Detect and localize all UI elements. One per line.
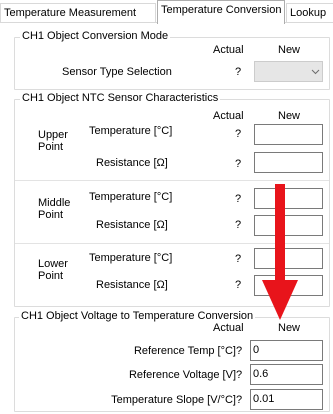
upper-point-label: Upper Point [38, 129, 68, 153]
actual-column-header: Actual [213, 44, 244, 56]
sensor-type-label: Sensor Type Selection [62, 66, 172, 78]
middle-temperature-actual: ? [235, 193, 242, 205]
temperature-slope-input[interactable]: 0.01 [250, 389, 323, 410]
reference-voltage-label: Reference Voltage [V] [128, 369, 236, 381]
upper-temperature-actual: ? [235, 128, 242, 140]
lower-resistance-label: Resistance [Ω] [96, 279, 168, 291]
tab-lookup[interactable]: Lookup [286, 3, 333, 23]
reference-temp-label: Reference Temp [°C] [133, 345, 236, 357]
reference-temp-input[interactable]: 0 [250, 340, 323, 361]
voltage-conversion-title: CH1 Object Voltage to Temperature Conver… [19, 310, 256, 322]
ntc-characteristics-title: CH1 Object NTC Sensor Characteristics [20, 92, 221, 104]
reference-voltage-actual: ? [236, 369, 243, 381]
new-column-header: New [278, 322, 301, 334]
actual-column-header: Actual [213, 110, 244, 122]
reference-voltage-input[interactable]: 0.6 [250, 364, 323, 385]
new-column-header: New [278, 110, 301, 122]
temperature-slope-label: Temperature Slope [V/°C] [111, 394, 236, 406]
middle-temperature-label: Temperature [°C] [89, 191, 173, 203]
upper-temperature-input[interactable] [254, 124, 323, 145]
reference-temp-actual: ? [236, 345, 243, 357]
chevron-down-icon [311, 69, 320, 75]
middle-resistance-label: Resistance [Ω] [96, 219, 168, 231]
temperature-slope-actual: ? [236, 394, 243, 406]
upper-temperature-label: Temperature [°C] [89, 125, 173, 137]
middle-point-label: Middle Point [38, 197, 71, 221]
red-arrow-down-icon [262, 184, 298, 320]
middle-resistance-actual: ? [235, 219, 242, 231]
tab-temperature-conversion[interactable]: Temperature Conversion [157, 0, 285, 24]
new-column-header: New [278, 44, 301, 56]
upper-resistance-input[interactable] [254, 152, 323, 173]
tab-temperature-measurement[interactable]: Temperature Measurement [0, 3, 156, 23]
upper-resistance-label: Resistance [Ω] [96, 157, 168, 169]
lower-point-label: Lower Point [38, 258, 68, 282]
actual-column-header: Actual [213, 322, 244, 334]
conversion-mode-title: CH1 Object Conversion Mode [20, 30, 171, 42]
upper-resistance-actual: ? [235, 158, 242, 170]
sensor-type-select[interactable] [254, 61, 323, 82]
lower-resistance-actual: ? [235, 279, 242, 291]
lower-temperature-label: Temperature [°C] [89, 252, 173, 264]
sensor-type-actual: ? [235, 66, 242, 78]
separator [15, 180, 329, 181]
lower-temperature-actual: ? [235, 253, 242, 265]
